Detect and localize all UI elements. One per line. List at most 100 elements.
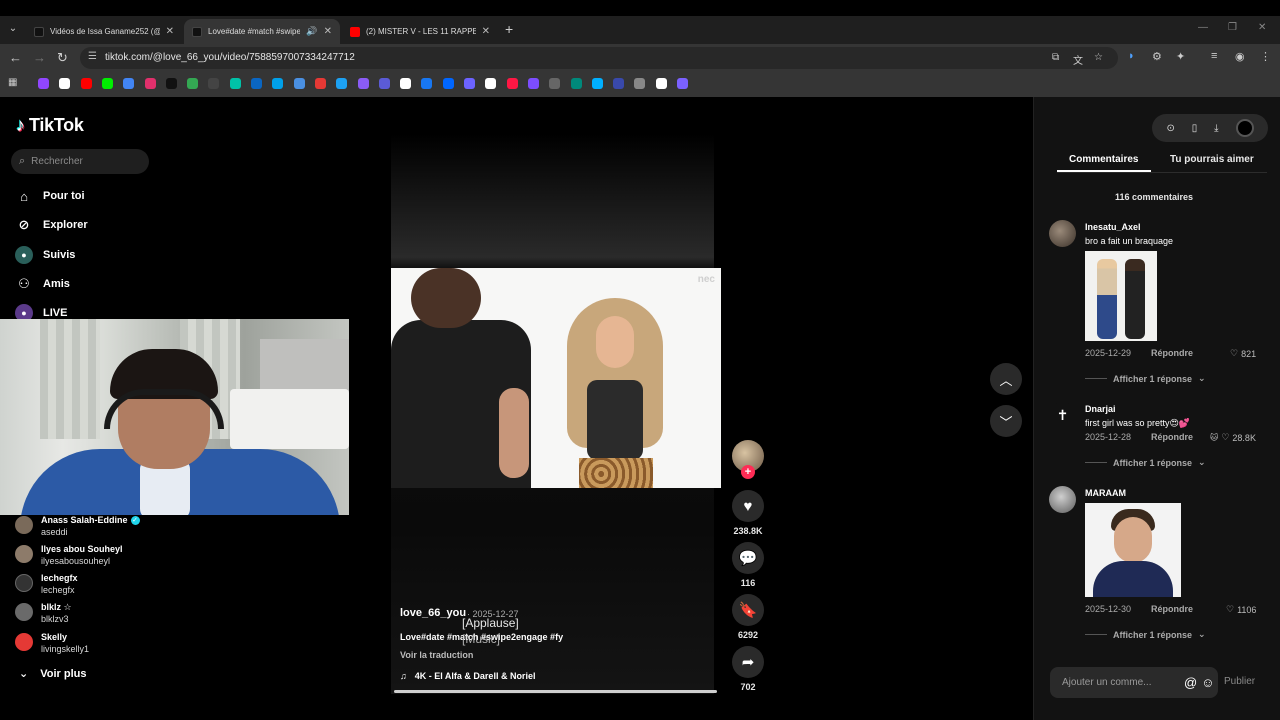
bookmark-icon[interactable] [251,78,262,89]
compass-icon[interactable]: ⊙ [1166,123,1174,134]
like-action[interactable]: ♥ 238.8K [732,490,764,536]
bookmark-icon[interactable] [442,78,454,89]
bookmark-icon[interactable] [293,78,305,89]
cross-avatar-icon[interactable]: ✝ [1049,402,1076,429]
comment-image[interactable] [1085,251,1157,341]
search-box[interactable]: ⌕ [11,149,149,174]
extension-icon[interactable]: ◗ [1128,50,1135,62]
following-item[interactable]: lechegfx lechegfx [15,572,78,596]
previous-video-button[interactable]: ︿ [990,363,1022,395]
tab-comments[interactable]: Commentaires [1069,154,1138,165]
bookmark-icon[interactable] [357,78,369,89]
bookmark-icon[interactable] [549,78,561,89]
bookmark-icon[interactable] [101,78,113,89]
tab-search-icon[interactable]: ⌄ [6,22,20,36]
download-icon[interactable]: ⤓ [1214,123,1218,134]
menu-icon[interactable]: ⋮ [1260,50,1271,63]
bookmark-icon[interactable] [123,78,135,89]
browser-tab-1[interactable]: Vidéos de Issa Ganame252 (@is ✕ [26,19,182,44]
bookmark-icon[interactable] [165,78,177,89]
bookmark-icon[interactable] [527,78,539,89]
bookmark-icon[interactable] [570,78,582,89]
minimize-icon[interactable]: — [1198,22,1208,33]
reply-button[interactable]: Répondre [1151,348,1193,358]
next-video-button[interactable]: ﹀ [990,405,1022,437]
save-action[interactable]: 🔖 6292 [732,594,764,640]
tab-suggested[interactable]: Tu pourrais aimer [1170,154,1254,165]
bookmark-icon[interactable] [655,78,667,89]
following-item[interactable]: Skelly livingskelly1 [15,631,89,655]
tiktok-logo[interactable]: ♪ TikTok [16,115,84,136]
share-action[interactable]: ➦ 702 [732,646,764,692]
comment-input[interactable] [1062,677,1180,688]
avatar[interactable] [1049,486,1076,513]
nav-suivis[interactable]: ● Suivis [15,245,75,265]
close-tab-icon[interactable]: ✕ [324,26,332,37]
close-tab-icon[interactable]: ✕ [166,26,174,37]
browser-tab-2[interactable]: Love#date #match #swipe2 🔊 ✕ [184,19,340,44]
bookmark-icon[interactable] [677,78,688,89]
comment-like[interactable]: 🐱 ♡ 28.8K [1210,432,1256,443]
new-tab-button[interactable]: + [505,21,513,37]
comment-icon[interactable]: 💬 [732,542,764,574]
share-icon[interactable]: ➦ [732,646,764,678]
comment-image[interactable] [1085,503,1181,597]
install-icon[interactable]: ⧉ [1052,52,1059,63]
voir-plus-button[interactable]: ⌄ Voir plus [19,667,86,681]
following-item[interactable]: Ilyes abou Souheyl ilyesabousouheyl [15,543,123,567]
bookmark-icon[interactable] [187,78,199,89]
browser-tab-3[interactable]: (2) MISTER V - LES 11 RAPPEUR ✕ [342,19,498,44]
reply-button[interactable]: Répondre [1151,604,1193,614]
nav-explorer[interactable]: ⊘ Explorer [15,215,88,235]
show-replies[interactable]: Afficher 1 réponse ⌄ [1085,457,1206,468]
close-tab-icon[interactable]: ✕ [482,26,490,37]
back-icon[interactable]: ← [9,49,22,67]
bookmark-icon[interactable]: 🔖 [732,594,764,626]
avatar[interactable] [1049,220,1076,247]
comment-like[interactable]: ♡ 1106 [1226,604,1256,615]
mention-icon[interactable]: @ [1184,675,1197,690]
bookmark-icon[interactable] [506,78,518,89]
show-replies[interactable]: Afficher 1 réponse ⌄ [1085,373,1206,384]
bookmark-icon[interactable] [314,78,326,89]
bookmark-icon[interactable] [464,78,475,89]
bookmark-icon[interactable] [634,78,646,89]
apps-icon[interactable]: ▦ [8,77,19,88]
profile-icon[interactable]: ◉ [1235,50,1245,63]
bookmark-icon[interactable] [80,78,92,89]
bookmark-icon[interactable] [144,78,156,89]
video-content[interactable]: nec [391,268,721,488]
nav-amis[interactable]: ⚇ Amis [15,274,70,294]
bookmark-icon[interactable] [38,78,49,89]
bookmark-icon[interactable] [421,78,433,89]
restore-icon[interactable]: ❐ [1228,22,1237,33]
comment-action[interactable]: 💬 116 [732,542,764,588]
reload-icon[interactable]: ↻ [57,49,68,67]
site-info-icon[interactable]: ☰ [88,51,97,62]
nav-pour-toi[interactable]: ⌂ Pour toi [15,186,85,206]
bookmark-icon[interactable] [272,78,284,89]
comment-author[interactable]: Dnarjai [1085,404,1116,414]
bookmark-icon[interactable] [591,78,603,89]
bookmark-icon[interactable] [613,78,625,89]
following-item[interactable]: Anass Salah-Eddine ✓ aseddi [15,514,140,538]
see-translation-link[interactable]: Voir la traduction [400,650,473,660]
comment-like[interactable]: ♡ 821 [1230,348,1256,359]
comment-input-box[interactable]: @ ☺ [1050,667,1218,698]
comment-author[interactable]: MARAAM [1085,488,1126,498]
video-author[interactable]: love_66_you [400,607,466,619]
media-control-icon[interactable]: ≡ [1211,50,1217,62]
following-item[interactable]: blklz ☆ blklzv3 [15,601,72,625]
translate-icon[interactable]: 文 [1073,52,1083,67]
bookmark-icon[interactable] [485,78,497,89]
extension-icon[interactable]: ⚙ [1152,50,1162,63]
bookmark-icon[interactable] [336,78,348,89]
comment-author[interactable]: Inesatu_Axel [1085,222,1141,232]
puzzle-icon[interactable]: ✦ [1176,50,1185,63]
close-window-icon[interactable]: ✕ [1258,22,1266,33]
reply-button[interactable]: Répondre [1151,432,1193,442]
bookmark-icon[interactable] [229,78,241,89]
video-progress-bar[interactable] [394,690,717,693]
forward-icon[interactable]: → [33,49,46,67]
url-text[interactable]: tiktok.com/@love_66_you/video/7588597007… [105,52,355,63]
